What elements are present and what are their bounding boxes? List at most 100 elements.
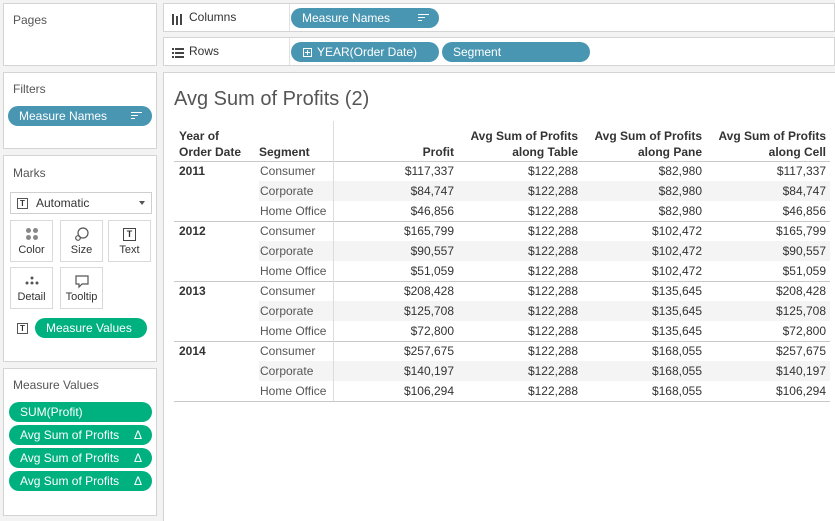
measure-pill-label: Avg Sum of Profits — [20, 451, 120, 465]
tooltip-icon — [61, 273, 102, 289]
profit-cell: $257,675 — [403, 344, 454, 358]
avg-table-cell: $122,288 — [527, 184, 578, 198]
sort-icon — [131, 112, 142, 121]
color-icon — [11, 226, 52, 242]
avg-pane-cell: $135,645 — [651, 284, 702, 298]
size-button[interactable]: Size — [60, 220, 103, 262]
marks-card[interactable]: Marks T Automatic Color Size T Text Deta… — [3, 155, 157, 362]
year-cell: 2013 — [179, 284, 206, 298]
measure-avg-pane-pill[interactable]: Avg Sum of Profits Δ — [9, 448, 152, 468]
table-row[interactable]: Home Office $72,800 $122,288 $135,645 $72,80… — [174, 321, 834, 341]
avg-pane-cell: $102,472 — [651, 264, 702, 278]
filters-title: Filters — [13, 82, 46, 96]
avg-cell-cell: $165,799 — [775, 224, 826, 238]
segment-cell: Corporate — [260, 244, 314, 258]
pages-title: Pages — [13, 13, 48, 27]
measure-avg-table-pill[interactable]: Avg Sum of Profits Δ — [9, 425, 152, 445]
pages-card[interactable]: Pages — [3, 3, 157, 66]
size-label: Size — [70, 244, 93, 256]
measure-values-card[interactable]: Measure Values SUM(Profit) Avg Sum of Pr… — [3, 368, 157, 516]
avg-pane-cell: $102,472 — [651, 244, 702, 258]
header-segment: Segment — [259, 145, 310, 159]
profit-cell: $72,800 — [410, 324, 454, 338]
marks-title: Marks — [13, 166, 46, 180]
table-row[interactable]: Home Office $51,059 $122,288 $102,472 $51,05… — [174, 261, 834, 281]
detail-icon — [11, 273, 52, 289]
detail-button[interactable]: Detail — [10, 267, 53, 309]
table-row[interactable]: Home Office $106,294 $122,288 $168,055 $106,… — [174, 381, 834, 401]
avg-table-cell: $122,288 — [527, 164, 578, 178]
rows-shelf[interactable]: Rows YEAR(Order Date) Segment — [163, 37, 835, 66]
avg-cell-cell: $46,856 — [782, 204, 826, 218]
avg-pane-cell: $82,980 — [658, 204, 702, 218]
columns-shelf[interactable]: Columns Measure Names — [163, 3, 835, 32]
rows-year-label: YEAR(Order Date) — [317, 45, 418, 59]
tooltip-label: Tooltip — [65, 291, 98, 303]
segment-cell: Home Office — [260, 384, 327, 398]
pane-divider — [333, 161, 334, 401]
avg-pane-cell: $82,980 — [658, 184, 702, 198]
text-button[interactable]: T Text — [108, 220, 151, 262]
rows-year-pill[interactable]: YEAR(Order Date) — [291, 42, 439, 62]
marks-measure-values-pill[interactable]: Measure Values — [35, 318, 147, 338]
worksheet-view[interactable]: Avg Sum of Profits (2) Year of Order Date… — [163, 72, 835, 521]
avg-pane-cell: $168,055 — [651, 364, 702, 378]
avg-table-cell: $122,288 — [527, 204, 578, 218]
rows-segment-pill[interactable]: Segment — [442, 42, 590, 62]
columns-measure-names-pill[interactable]: Measure Names — [291, 8, 439, 28]
rows-label: Rows — [189, 44, 220, 58]
color-label: Color — [18, 244, 45, 256]
segment-cell: Consumer — [260, 284, 316, 298]
filters-card[interactable]: Filters Measure Names — [3, 72, 157, 149]
text-encoding-icon: T — [17, 323, 28, 334]
avg-cell-cell: $208,428 — [775, 284, 826, 298]
filter-measure-names-pill[interactable]: Measure Names — [8, 106, 152, 126]
table-row[interactable]: 2014 Consumer $257,675 $122,288 $168,055 $257… — [174, 341, 834, 361]
marks-pill-label: Measure Values — [46, 321, 132, 335]
avg-pane-cell: $135,645 — [651, 304, 702, 318]
measure-values-title: Measure Values — [13, 378, 99, 392]
measure-avg-cell-pill[interactable]: Avg Sum of Profits Δ — [9, 471, 152, 491]
tooltip-button[interactable]: Tooltip — [60, 267, 103, 309]
segment-cell: Corporate — [260, 304, 314, 318]
profit-cell: $165,799 — [403, 224, 454, 238]
size-icon — [61, 226, 102, 242]
delta-icon: Δ — [133, 474, 142, 488]
profit-cell: $46,856 — [410, 204, 454, 218]
year-cell: 2011 — [179, 164, 206, 178]
group-divider — [174, 401, 830, 402]
table-row[interactable]: 2013 Consumer $208,428 $122,288 $135,645 $208… — [174, 281, 834, 301]
avg-cell-cell: $117,337 — [776, 164, 826, 178]
chevron-down-icon — [139, 201, 145, 205]
avg-table-cell: $122,288 — [527, 224, 578, 238]
measure-pill-label: Avg Sum of Profits — [20, 474, 120, 488]
table-row[interactable]: 2012 Consumer $165,799 $122,288 $102,472 $165… — [174, 221, 834, 241]
avg-table-cell: $122,288 — [527, 264, 578, 278]
table-row[interactable]: Home Office $46,856 $122,288 $82,980 $46,856 — [174, 201, 834, 221]
mark-type-dropdown[interactable]: T Automatic — [10, 192, 152, 214]
segment-cell: Home Office — [260, 324, 327, 338]
crosstab-body: 2011 Consumer $117,337 $122,288 $82,980 $117,… — [164, 161, 835, 402]
columns-icon — [172, 12, 184, 25]
table-row[interactable]: Corporate $84,747 $122,288 $82,980 $84,747 — [174, 181, 834, 201]
expand-icon[interactable] — [303, 48, 312, 57]
avg-pane-cell: $82,980 — [658, 164, 702, 178]
avg-cell-cell: $257,675 — [775, 344, 826, 358]
header-avg-pane: Avg Sum of Profits along Pane — [594, 129, 702, 159]
avg-table-cell: $122,288 — [527, 324, 578, 338]
avg-table-cell: $122,288 — [527, 344, 578, 358]
profit-cell: $208,428 — [403, 284, 454, 298]
rows-segment-label: Segment — [453, 45, 502, 59]
table-row[interactable]: Corporate $90,557 $122,288 $102,472 $90,557 — [174, 241, 834, 261]
text-icon: T — [109, 226, 150, 242]
table-row[interactable]: Corporate $125,708 $122,288 $135,645 $125,70… — [174, 301, 834, 321]
avg-pane-cell: $135,645 — [651, 324, 702, 338]
color-button[interactable]: Color — [10, 220, 53, 262]
segment-cell: Consumer — [260, 344, 316, 358]
segment-cell: Consumer — [260, 164, 316, 178]
table-row[interactable]: Corporate $140,197 $122,288 $168,055 $140,19… — [174, 361, 834, 381]
measure-sum-profit-pill[interactable]: SUM(Profit) — [9, 402, 152, 422]
avg-cell-cell: $51,059 — [782, 264, 826, 278]
text-mark-icon: T — [17, 198, 28, 209]
table-row[interactable]: 2011 Consumer $117,337 $122,288 $82,980 $117,… — [174, 161, 834, 181]
